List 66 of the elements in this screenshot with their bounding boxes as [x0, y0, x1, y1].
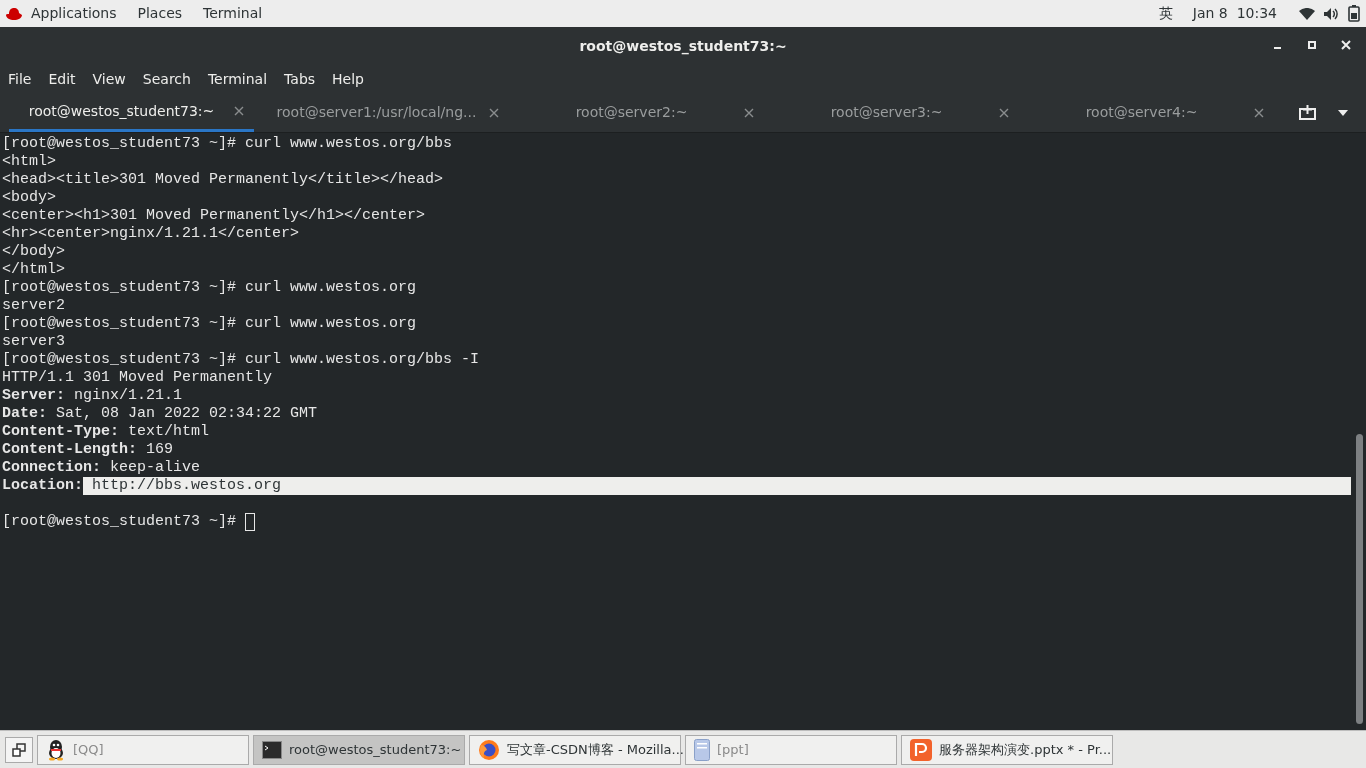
- menu-item[interactable]: Terminal: [207, 68, 268, 90]
- terminal-tab[interactable]: root@server2:~: [519, 93, 764, 132]
- window-title: root@westos_student73:~: [579, 36, 787, 57]
- volume-icon[interactable]: [1323, 6, 1339, 21]
- document-icon: [694, 738, 710, 761]
- browser-globe-icon: [478, 738, 500, 761]
- menu-item[interactable]: Tabs: [284, 68, 316, 90]
- windows-icon: [12, 742, 26, 757]
- terminal-line: <head><title>301 Moved Permanently</title></head>: [2, 171, 444, 189]
- caret-icon[interactable]: [1338, 109, 1348, 116]
- top-bar-menu[interactable]: Applications: [31, 3, 117, 24]
- terminal-tab[interactable]: root@server1:/usr/local/ng...: [264, 93, 509, 132]
- terminal-line: <hr><center>nginx/1.21.1</center>: [2, 225, 300, 243]
- battery-icon[interactable]: [1348, 5, 1360, 22]
- taskbar-window-button[interactable]: 写文章-CSDN博客 - Mozilla...: [469, 734, 681, 765]
- terminal-line: HTTP/1.1 301 Moved Permanently: [2, 369, 273, 387]
- taskbar-window-button[interactable]: root@westos_student73:~: [253, 734, 465, 765]
- header-name: Content-Type:: [2, 423, 120, 441]
- header-name: Server:: [2, 387, 65, 405]
- header-name: Connection:: [2, 459, 102, 477]
- terminal-line: [root@westos_student73 ~]# curl www.westos.org/bbs: [2, 135, 453, 153]
- menu-item[interactable]: Help: [332, 68, 364, 90]
- terminal-icon: [262, 740, 282, 759]
- terminal-line: server3: [2, 333, 65, 351]
- header-value: 169: [145, 441, 174, 459]
- terminal-line: <body>: [2, 189, 56, 207]
- header-name: Date:: [2, 405, 47, 423]
- menu-item[interactable]: Edit: [48, 68, 76, 90]
- terminal-line: [root@westos_student73 ~]# curl www.westos.org/bbs -I: [2, 351, 480, 369]
- terminal-line: [root@westos_student73 ~]# curl www.westos.org: [2, 315, 417, 333]
- close-tab-icon[interactable]: [489, 107, 499, 118]
- menu-item[interactable]: File: [8, 68, 32, 90]
- header-name: Content-Length:: [2, 441, 138, 459]
- close-tab-icon[interactable]: [744, 107, 754, 118]
- top-bar-menu[interactable]: Places: [137, 3, 183, 24]
- terminal-line: [root@westos_student73 ~]# curl www.westos.org: [2, 279, 417, 297]
- taskbar-window-button[interactable]: 服务器架构演变.pptx * - Pr...: [901, 734, 1113, 765]
- wifi-icon[interactable]: [1299, 7, 1315, 20]
- hat-logo-icon[interactable]: [6, 6, 22, 21]
- header-value: nginx/1.21.1: [73, 387, 183, 405]
- scrollbar-thumb[interactable]: [1356, 434, 1363, 724]
- header-value: text/html: [127, 423, 210, 441]
- close-tab-icon[interactable]: [234, 106, 244, 116]
- header-value: keep-alive: [109, 459, 201, 477]
- input-method-indicator[interactable]: 英: [1158, 3, 1173, 24]
- header-value: Sat, 08 Jan 2022 02:34:22 GMT: [55, 405, 318, 423]
- terminal-prompt: [root@westos_student73 ~]#: [2, 513, 237, 531]
- terminal-line: server2: [2, 297, 65, 315]
- terminal-tab[interactable]: root@server3:~: [774, 93, 1019, 132]
- top-bar-menu[interactable]: Terminal: [203, 3, 263, 24]
- terminal-line: </body>: [2, 243, 65, 261]
- terminal-line: <html>: [2, 153, 56, 171]
- terminal-tab[interactable]: root@server4:~: [1029, 93, 1274, 132]
- close-tab-icon[interactable]: [1254, 107, 1264, 118]
- terminal-line: </html>: [2, 261, 65, 279]
- show-desktop-button[interactable]: [5, 736, 33, 763]
- menu-item[interactable]: Search: [142, 68, 191, 90]
- header-value: http://bbs.westos.org: [83, 477, 1351, 495]
- new-tab-icon[interactable]: [1299, 105, 1316, 120]
- penguin-icon: [46, 738, 66, 761]
- terminal-line: <center><h1>301 Moved Permanently</h1></center>: [2, 207, 426, 225]
- clock[interactable]: Jan 8 10:34: [1192, 3, 1277, 24]
- close-tab-icon[interactable]: [999, 107, 1009, 118]
- menu-item[interactable]: View: [92, 68, 126, 90]
- header-name: Location:: [2, 477, 83, 495]
- presentation-app-icon: [910, 738, 932, 761]
